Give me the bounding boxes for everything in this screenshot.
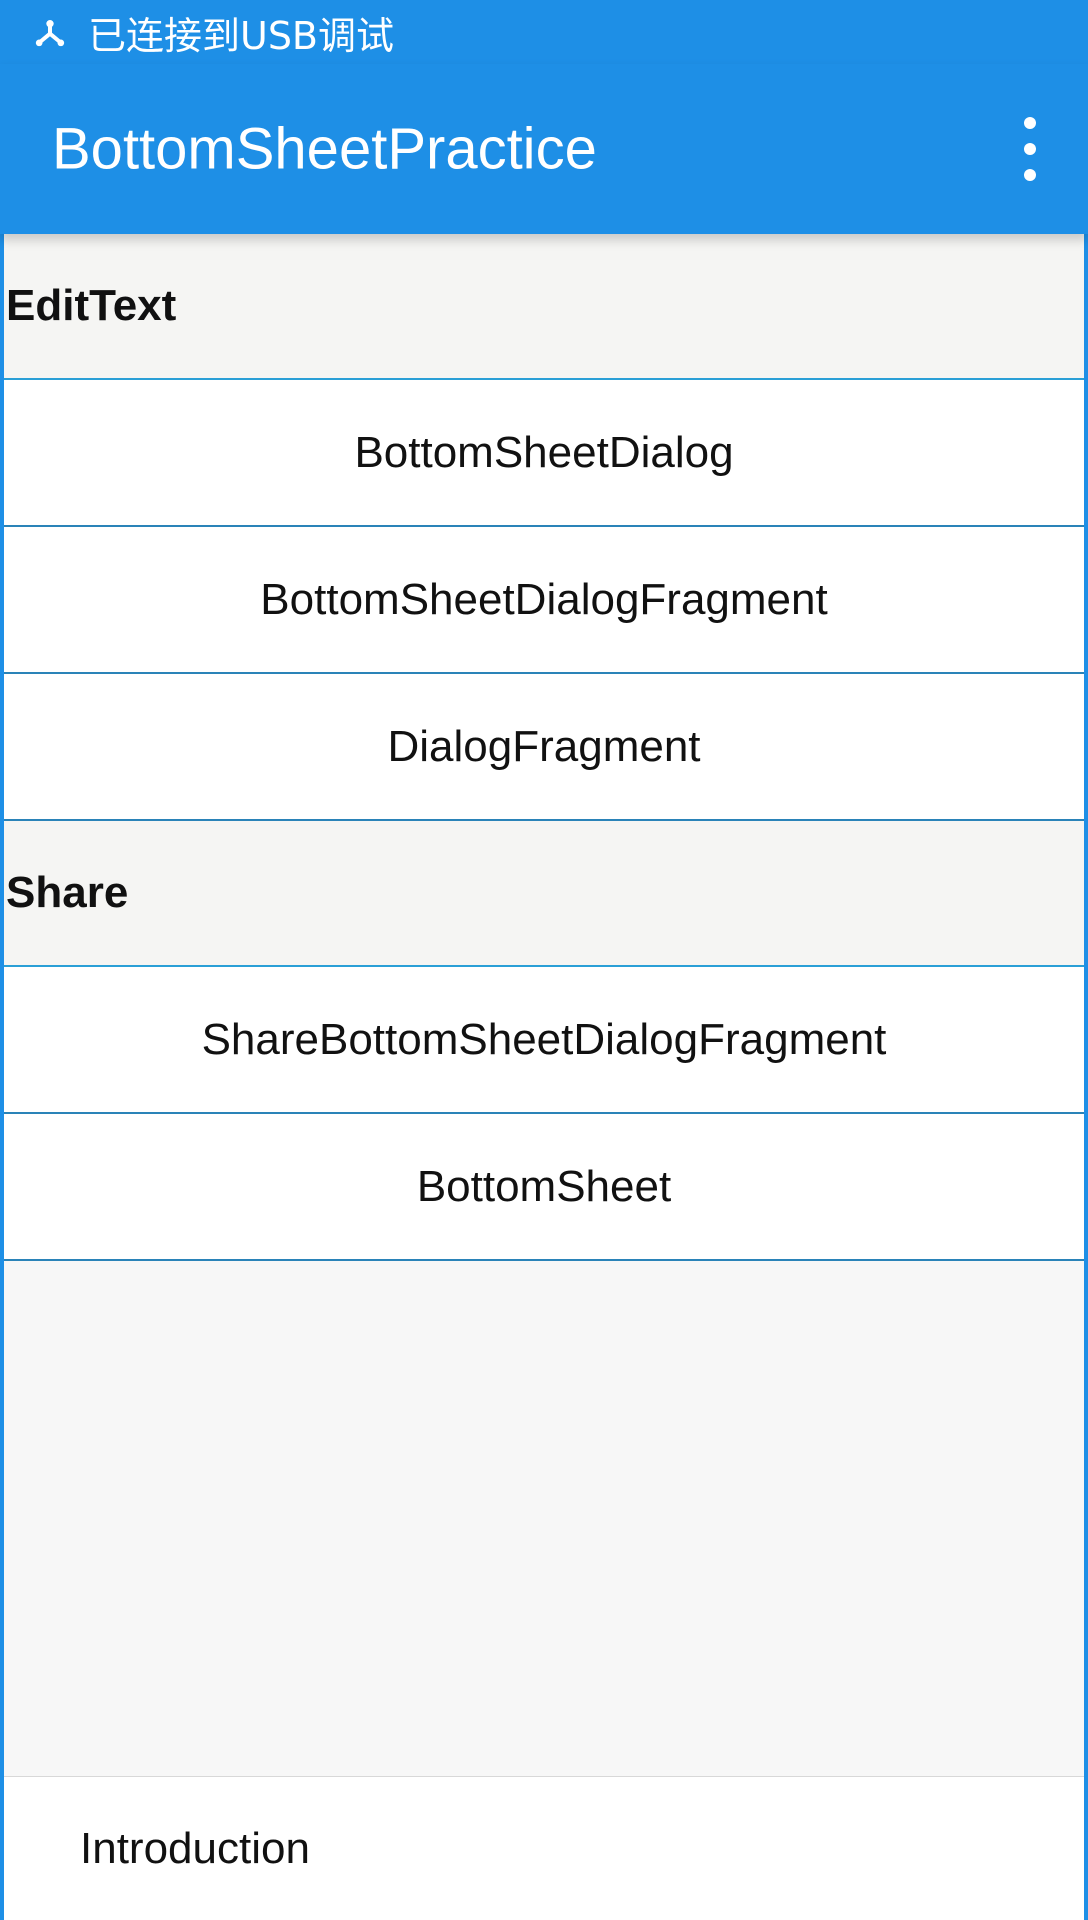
status-bar: 已连接到USB调试 xyxy=(0,0,1088,64)
overflow-dot xyxy=(1024,169,1036,181)
status-text: 已连接到USB调试 xyxy=(88,13,395,58)
section-header-label: EditText xyxy=(6,281,177,330)
button-label: BottomSheet xyxy=(416,1161,672,1211)
section-header-edittext: EditText xyxy=(4,234,1084,380)
share-bottom-sheet-dialog-fragment-button[interactable]: ShareBottomSheetDialogFragment xyxy=(4,967,1084,1114)
bottom-sheet-dialog-fragment-button[interactable]: BottomSheetDialogFragment xyxy=(4,527,1084,674)
usb-icon xyxy=(35,20,65,47)
left-edge xyxy=(0,234,4,1920)
bottom-sheet-button[interactable]: BottomSheet xyxy=(4,1114,1084,1261)
main-list: EditText BottomSheetDialog BottomSheetDi… xyxy=(4,234,1084,1261)
button-label: BottomSheetDialog xyxy=(354,427,734,477)
app-title: BottomSheetPractice xyxy=(52,116,597,182)
button-label: ShareBottomSheetDialogFragment xyxy=(201,1014,887,1064)
right-edge xyxy=(1084,234,1088,1920)
more-vert-icon[interactable] xyxy=(1012,117,1048,181)
bottom-sheet-peek[interactable]: Introduction xyxy=(4,1776,1084,1920)
overflow-dot xyxy=(1024,117,1036,129)
app-bar: BottomSheetPractice xyxy=(0,64,1088,234)
dialog-fragment-button[interactable]: DialogFragment xyxy=(4,674,1084,821)
section-header-share: Share xyxy=(4,821,1084,967)
button-label: BottomSheetDialogFragment xyxy=(260,574,828,624)
section-header-label: Share xyxy=(6,868,129,917)
button-label: DialogFragment xyxy=(387,721,701,771)
introduction-label[interactable]: Introduction xyxy=(80,1824,310,1874)
bottom-sheet-dialog-button[interactable]: BottomSheetDialog xyxy=(4,380,1084,527)
screen: 已连接到USB调试 BottomSheetPractice EditText B… xyxy=(0,0,1088,1920)
overflow-dot xyxy=(1024,143,1036,155)
